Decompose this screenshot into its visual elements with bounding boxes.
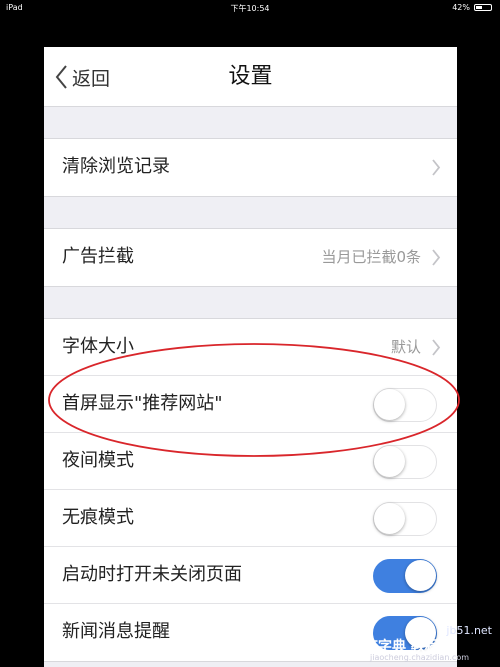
toggle-knob (374, 503, 405, 534)
row-night-mode: 夜间模式 (44, 433, 457, 490)
page-title: 设置 (228, 64, 273, 89)
font-size-value: 默认 (390, 338, 421, 356)
row-home-recommend: 首屏显示"推荐网站" (44, 376, 457, 433)
night-mode-label: 夜间模式 (62, 450, 134, 471)
restore-pages-toggle[interactable] (373, 559, 437, 593)
row-restore-pages: 启动时打开未关闭页面 (44, 547, 457, 604)
chevron-right-icon (432, 159, 441, 176)
home-recommend-toggle[interactable] (373, 388, 437, 422)
row-ad-block[interactable]: 广告拦截 当月已拦截0条 (44, 229, 457, 286)
row-clear-history[interactable]: 清除浏览记录 (44, 139, 457, 196)
news-alert-label: 新闻消息提醒 (62, 621, 170, 642)
battery-icon (474, 4, 492, 11)
chevron-right-icon (432, 339, 441, 356)
watermark-site: jb51.net (446, 624, 492, 637)
incognito-toggle[interactable] (373, 502, 437, 536)
status-bar: iPad 下午10:54 42% (0, 0, 500, 16)
incognito-label: 无痕模式 (62, 507, 134, 528)
group-display: 字体大小 默认 首屏显示"推荐网站" 夜间模式 无痕模式 启动时打开未关闭页面 … (44, 318, 457, 662)
toggle-knob (374, 389, 405, 420)
toggle-knob (374, 446, 405, 477)
clear-history-label: 清除浏览记录 (62, 156, 170, 177)
status-right: 42% (452, 3, 492, 12)
status-time: 下午10:54 (230, 4, 270, 13)
night-mode-toggle[interactable] (373, 445, 437, 479)
chevron-right-icon (432, 249, 441, 266)
settings-panel: 返回 设置 清除浏览记录 广告拦截 当月已拦截0条 字体大小 默认 首屏显示"推… (44, 47, 457, 667)
restore-pages-label: 启动时打开未关闭页面 (62, 564, 242, 585)
toggle-knob (405, 560, 436, 591)
home-recommend-label: 首屏显示"推荐网站" (62, 393, 223, 414)
ad-block-label: 广告拦截 (62, 246, 134, 267)
navigation-bar: 返回 设置 (44, 47, 457, 107)
row-font-size[interactable]: 字体大小 默认 (44, 319, 457, 376)
watermark-url: jiaocheng.chazidian.com (370, 653, 470, 662)
watermark: jb51.net 查字典 教程网 jiaocheng.chazidian.com (362, 620, 498, 664)
battery-percent: 42% (452, 3, 470, 12)
ad-block-value: 当月已拦截0条 (321, 248, 421, 266)
row-incognito: 无痕模式 (44, 490, 457, 547)
font-size-label: 字体大小 (62, 336, 134, 357)
group-history: 清除浏览记录 (44, 138, 457, 197)
group-adblock: 广告拦截 当月已拦截0条 (44, 228, 457, 287)
